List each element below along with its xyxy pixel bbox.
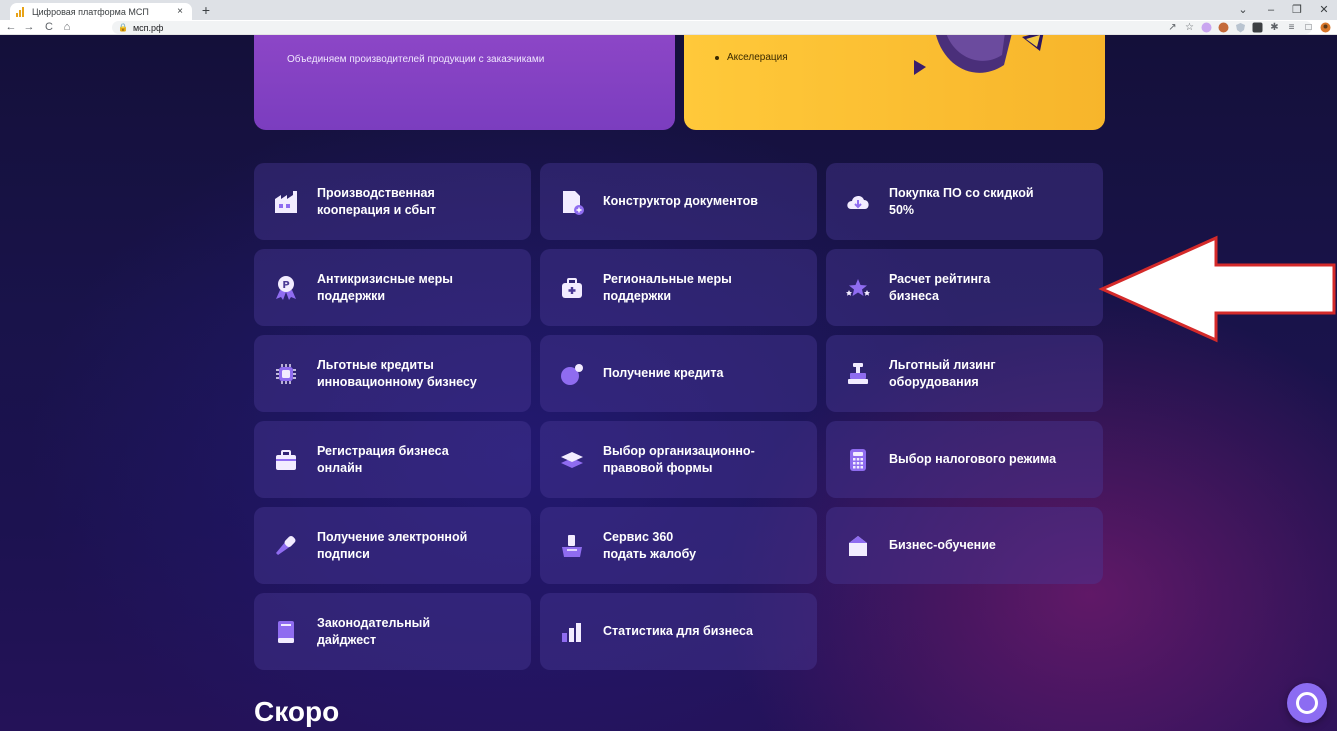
service-card-documents[interactable]: Конструктор документов: [540, 163, 817, 240]
service-label: Выбор организационно- правовой формы: [603, 443, 755, 475]
extension-avatar-icon[interactable]: [1218, 22, 1229, 33]
service-card-software-discount[interactable]: Покупка ПО со скидкой 50%: [826, 163, 1103, 240]
service-label: Регистрация бизнеса онлайн: [317, 443, 449, 475]
layers-icon: [561, 451, 583, 468]
stars-icon: [846, 278, 870, 296]
bar-chart-icon: [562, 622, 581, 642]
chat-widget-button[interactable]: [1287, 683, 1327, 723]
service-label: Получение электронной подписи: [317, 529, 468, 561]
calculator-icon: [850, 448, 866, 471]
service-label: Статистика для бизнеса: [603, 624, 753, 638]
first-aid-kit-icon: [562, 277, 582, 298]
service-label: Региональные меры поддержки: [603, 271, 732, 303]
service-card-business-training[interactable]: Бизнес-обучение: [826, 507, 1103, 584]
service-card-tax-regime[interactable]: Выбор налогового режима: [826, 421, 1103, 498]
tab-search-icon[interactable]: ⌄: [1230, 2, 1256, 18]
service-label: Законодательный дайджест: [317, 615, 431, 647]
browser-tab-strip: Цифровая платформа МСП × + ⌄ – ❐ ✕: [0, 0, 1337, 20]
service-label: Сервис 360 подать жалобу: [603, 529, 697, 561]
extension-k-icon[interactable]: [1252, 22, 1263, 33]
chat-bubble-icon: [1296, 692, 1318, 714]
service-label: Льготный лизинг оборудования: [889, 357, 996, 389]
tab-close-icon[interactable]: ×: [174, 6, 186, 17]
extension-shield-icon[interactable]: [1235, 22, 1246, 33]
svg-text:P: P: [282, 280, 289, 291]
book-icon: [278, 620, 294, 643]
forward-button[interactable]: →: [22, 20, 36, 35]
browser-tab[interactable]: Цифровая платформа МСП ×: [10, 3, 192, 20]
complaint-icon: [562, 534, 582, 557]
machine-icon: [848, 362, 868, 384]
service-label: Выбор налогового режима: [889, 452, 1057, 466]
service-card-service-360[interactable]: Сервис 360 подать жалобу: [540, 507, 817, 584]
cloud-download-icon: [847, 195, 869, 209]
promo-acceleration-text: Акселерация: [727, 52, 788, 63]
academy-icon: [849, 535, 867, 556]
usb-key-icon: [276, 535, 296, 555]
profile-avatar-icon[interactable]: [1320, 22, 1331, 33]
lock-icon: 🔒: [118, 23, 128, 32]
share-icon[interactable]: ↗: [1167, 22, 1178, 33]
chip-icon: [276, 363, 296, 384]
extensions-puzzle-icon[interactable]: ✱: [1269, 22, 1280, 33]
service-label: Производственная кооперация и сбыт: [317, 185, 437, 217]
factory-icon: [275, 190, 297, 213]
service-card-e-signature[interactable]: Получение электронной подписи: [254, 507, 531, 584]
service-card-innovation-credit[interactable]: Льготные кредиты инновационному бизнесу: [254, 335, 531, 412]
service-card-statistics[interactable]: Статистика для бизнеса: [540, 593, 817, 670]
extensions-area: ↗ ☆ ✱ ≡ □: [1167, 21, 1331, 34]
service-card-cooperation[interactable]: Производственная кооперация и сбыт: [254, 163, 531, 240]
promo-card-acceleration[interactable]: Акселерация: [684, 35, 1105, 130]
tab-title: Цифровая платформа МСП: [32, 6, 149, 17]
promo-cooperation-text: Объединяем производителей продукции с за…: [287, 54, 545, 65]
bullet-dot: [715, 55, 719, 60]
close-window-button[interactable]: ✕: [1311, 2, 1337, 18]
sphere-icon: [561, 363, 583, 385]
service-label: Покупка ПО со скидкой 50%: [889, 185, 1034, 217]
promo-acceleration-bullet: Акселерация: [715, 52, 788, 63]
service-label: Антикризисные меры поддержки: [317, 271, 453, 303]
home-button[interactable]: ⌂: [60, 20, 74, 35]
briefcase-icon: [276, 449, 296, 470]
reading-list-icon[interactable]: ≡: [1286, 22, 1297, 33]
service-label: Конструктор документов: [603, 194, 758, 208]
back-button[interactable]: ←: [4, 20, 18, 35]
section-title-soon: Скоро: [254, 696, 340, 727]
site-favicon-icon: [16, 6, 26, 17]
browser-toolbar: ← → C ⌂ 🔒 мсп.рф ↗ ☆ ✱ ≡ □: [0, 20, 1337, 35]
service-card-credit[interactable]: Получение кредита: [540, 335, 817, 412]
service-card-leasing[interactable]: Льготный лизинг оборудования: [826, 335, 1103, 412]
minimize-button[interactable]: –: [1258, 2, 1284, 18]
document-icon: [563, 190, 584, 215]
service-card-registration[interactable]: Регистрация бизнеса онлайн: [254, 421, 531, 498]
maximize-button[interactable]: ❐: [1284, 2, 1310, 18]
new-tab-button[interactable]: +: [198, 3, 214, 19]
extension-purple-icon[interactable]: [1201, 22, 1212, 33]
service-card-rating[interactable]: Расчет рейтинга бизнеса: [826, 249, 1103, 326]
promo-3d-figure-icon: [914, 35, 1044, 75]
service-card-regional[interactable]: Региональные меры поддержки: [540, 249, 817, 326]
ruble-badge-icon: P: [276, 275, 296, 300]
service-label: Получение кредита: [603, 366, 724, 380]
bookmark-star-icon[interactable]: ☆: [1184, 22, 1195, 33]
service-label: Бизнес-обучение: [889, 538, 996, 552]
annotation-arrow-icon: [1098, 235, 1336, 343]
url-text: мсп.рф: [132, 22, 164, 33]
service-card-legal-digest[interactable]: Законодательный дайджест: [254, 593, 531, 670]
side-panel-icon[interactable]: □: [1303, 22, 1314, 33]
page-content: Объединяем производителей продукции с за…: [0, 35, 1337, 731]
service-label: Льготные кредиты инновационному бизнесу: [317, 357, 477, 389]
service-card-anticrisis[interactable]: P Антикризисные меры поддержки: [254, 249, 531, 326]
service-label: Расчет рейтинга бизнеса: [889, 271, 991, 303]
address-bar[interactable]: 🔒 мсп.рф: [112, 21, 1312, 34]
promo-card-cooperation[interactable]: Объединяем производителей продукции с за…: [254, 35, 675, 130]
reload-button[interactable]: C: [42, 20, 56, 35]
service-card-legal-form[interactable]: Выбор организационно- правовой формы: [540, 421, 817, 498]
